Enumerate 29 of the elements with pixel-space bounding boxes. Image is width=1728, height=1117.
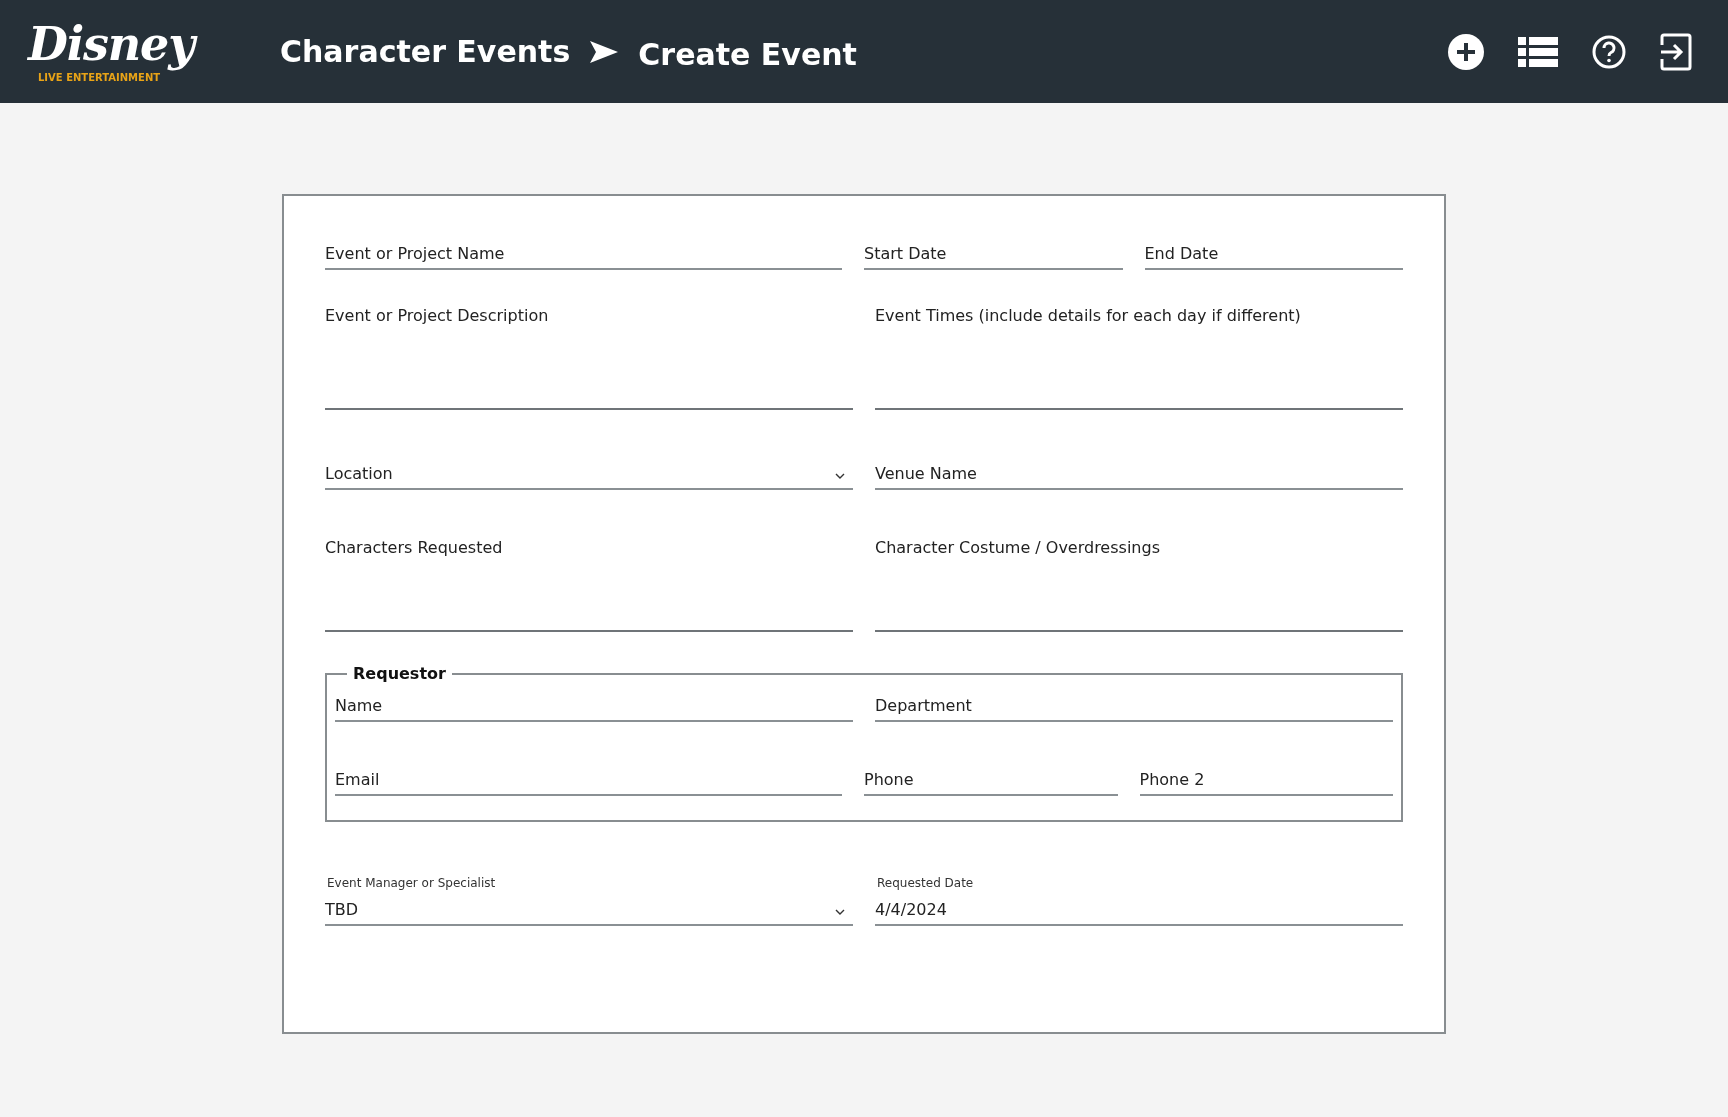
dropdown[interactable]: Location — [325, 458, 853, 490]
logo-tagline: LIVE ENTERTAINMENT — [38, 72, 161, 83]
text-area[interactable]: Characters Requested — [325, 532, 853, 632]
text-field[interactable]: End Date — [1144, 238, 1403, 270]
text-area[interactable]: Character Costume / Overdressings — [875, 532, 1403, 632]
text-field[interactable]: Email — [335, 764, 842, 796]
arrow-icon — [590, 40, 619, 63]
breadcrumb-link[interactable]: Character Events — [280, 29, 571, 74]
add-icon[interactable] — [1448, 33, 1484, 70]
group-legend: Requestor — [347, 662, 452, 686]
text-field[interactable]: 4/4/2024 — [875, 894, 1403, 926]
sign-in-icon[interactable] — [1660, 32, 1692, 71]
chevron-down-icon — [835, 909, 845, 916]
dropdown[interactable]: TBD — [325, 894, 853, 926]
field-label: Requested Date — [877, 875, 975, 892]
field-label: Event Manager or Specialist — [327, 875, 497, 892]
text-area[interactable]: Event Times (include details for each day if different) — [875, 300, 1403, 410]
text-field[interactable]: Department — [875, 690, 1393, 722]
text-field[interactable]: Venue Name — [875, 458, 1403, 490]
text-field[interactable]: Phone — [864, 764, 1118, 796]
text-field[interactable]: Name — [335, 690, 853, 722]
help-icon[interactable] — [1592, 34, 1626, 69]
page-title: Create Event — [638, 36, 857, 74]
chevron-down-icon — [835, 473, 845, 480]
text-field[interactable]: Phone 2 — [1139, 764, 1393, 796]
list-icon[interactable] — [1518, 35, 1558, 68]
text-field[interactable]: Event or Project Name — [325, 238, 842, 270]
text-field[interactable]: Start Date — [864, 238, 1123, 270]
text-area[interactable]: Event or Project Description — [325, 300, 853, 410]
